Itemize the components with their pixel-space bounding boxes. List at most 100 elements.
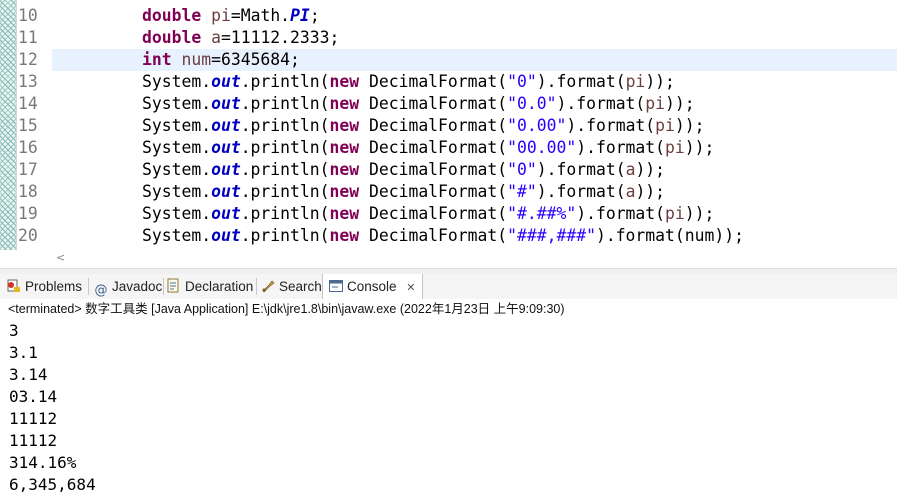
code-line[interactable]: 15 System.out.println(new DecimalFormat("… [0,115,897,137]
code-token: a [625,182,636,201]
code-token: )); [684,204,715,223]
code-token: DecimalFormat( [359,138,508,157]
code-token: )); [635,182,666,201]
tab-declaration[interactable]: Declaration [166,274,253,299]
code-token: )); [635,160,666,179]
console-output-line: 03.14 [9,387,58,406]
code-token: System. [142,116,212,135]
code-text[interactable]: System.out.println(new DecimalFormat("#.… [142,203,714,225]
declaration-icon [167,278,179,293]
code-token: ).format(num)); [595,226,744,245]
line-number: 11 [18,28,38,47]
tab-label: Javadoc [112,279,163,294]
code-token: ).format( [576,204,666,223]
code-token: a [625,160,636,179]
code-token: new [329,160,360,179]
code-token: System. [142,72,212,91]
code-token: out [211,116,241,135]
code-token: double [142,6,202,25]
code-token: "#" [507,182,537,201]
bottom-panel-tabs: Problems @ Javadoc Declaration Search Con… [0,274,897,300]
code-token: .println( [240,182,330,201]
horizontal-scrollbar[interactable]: < [52,250,897,268]
code-token: out [211,204,241,223]
code-token: ).format( [576,138,666,157]
code-text[interactable]: System.out.println(new DecimalFormat("00… [142,137,714,159]
tab-console[interactable]: Console ✕ [322,274,423,299]
console-output-line: 6,345,684 [9,475,96,494]
code-text[interactable]: int num=6345684; [142,49,300,71]
scroll-left-arrow[interactable]: < [56,250,65,266]
code-line[interactable]: 10 double pi=Math.PI; [0,5,897,27]
console-output-line: 314.16% [9,453,77,472]
code-token: new [329,226,360,245]
code-token: )); [684,138,715,157]
console-output-line: 11112 [9,431,58,450]
line-number: 20 [18,226,38,245]
code-line[interactable]: 16 System.out.println(new DecimalFormat("… [0,137,897,159]
code-token: "#.##%" [507,204,577,223]
tab-label: Search [279,279,322,294]
code-token: DecimalFormat( [359,182,508,201]
code-line[interactable]: 14 System.out.println(new DecimalFormat("… [0,93,897,115]
code-token: "0.0" [507,94,557,113]
code-token: "0.00" [507,116,567,135]
code-line[interactable]: 12 int num=6345684; [0,49,897,71]
console-output[interactable]: 3 3.1 3.14 03.14 11112 11112 314.16% 6,345,684 [0,320,897,496]
code-token: pi [645,94,666,113]
problems-icon [7,279,20,292]
code-token: .println( [240,72,330,91]
line-number: 12 [18,50,38,69]
code-line[interactable]: 13 System.out.println(new DecimalFormat("… [0,71,897,93]
code-text[interactable]: System.out.println(new DecimalFormat("0.… [142,115,705,137]
code-token: "0" [507,72,537,91]
code-token: .println( [240,160,330,179]
code-token: "0" [507,160,537,179]
code-line[interactable]: 11 double a=11112.2333; [0,27,897,49]
code-token: pi [665,204,685,223]
code-text[interactable]: double pi=Math.PI; [142,5,320,27]
line-number: 19 [18,204,38,223]
code-token: )); [665,94,695,113]
code-token: System. [142,138,212,157]
code-token: =11112.2333; [220,28,340,47]
code-token: double [142,28,202,47]
code-token: DecimalFormat( [359,72,508,91]
console-status: <terminated> 数字工具类 [Java Application] E:… [0,299,897,319]
code-token: DecimalFormat( [359,226,508,245]
console-icon [329,280,343,292]
code-line[interactable]: 17 System.out.println(new DecimalFormat("… [0,159,897,181]
tab-label: Problems [25,279,83,294]
code-text[interactable]: System.out.println(new DecimalFormat("0"… [142,159,665,181]
tab-javadoc[interactable]: @ Javadoc [93,274,163,299]
code-editor[interactable]: 10 double pi=Math.PI; 11 double a=11112.233… [0,0,897,250]
tab-search[interactable]: Search [260,274,322,299]
code-token: DecimalFormat( [359,160,508,179]
code-token: DecimalFormat( [359,94,508,113]
code-token: )); [674,116,705,135]
console-output-line: 3.1 [9,343,38,362]
tab-problems[interactable]: Problems [6,274,82,299]
code-token: =Math. [230,6,291,25]
line-number: 14 [18,94,38,113]
code-text[interactable]: System.out.println(new DecimalFormat("0"… [142,71,675,93]
code-token: System. [142,204,212,223]
code-token: .println( [240,116,330,135]
code-text[interactable]: System.out.println(new DecimalFormat("##… [142,225,744,247]
code-token: out [211,94,241,113]
search-icon [262,280,275,293]
code-token: ; [309,6,320,25]
code-text[interactable]: double a=11112.2333; [142,27,339,49]
code-token: .println( [240,226,330,245]
code-line[interactable]: 18 System.out.println(new DecimalFormat("… [0,181,897,203]
code-token: ).format( [536,182,626,201]
code-text[interactable]: System.out.println(new DecimalFormat("#"… [142,181,665,203]
console-output-line: 3 [9,321,19,340]
close-icon[interactable]: ✕ [406,281,415,294]
code-line[interactable]: 20 System.out.println(new DecimalFormat("… [0,225,897,247]
code-text[interactable]: System.out.println(new DecimalFormat("0.… [142,93,695,115]
code-line[interactable]: 19 System.out.println(new DecimalFormat("… [0,203,897,225]
